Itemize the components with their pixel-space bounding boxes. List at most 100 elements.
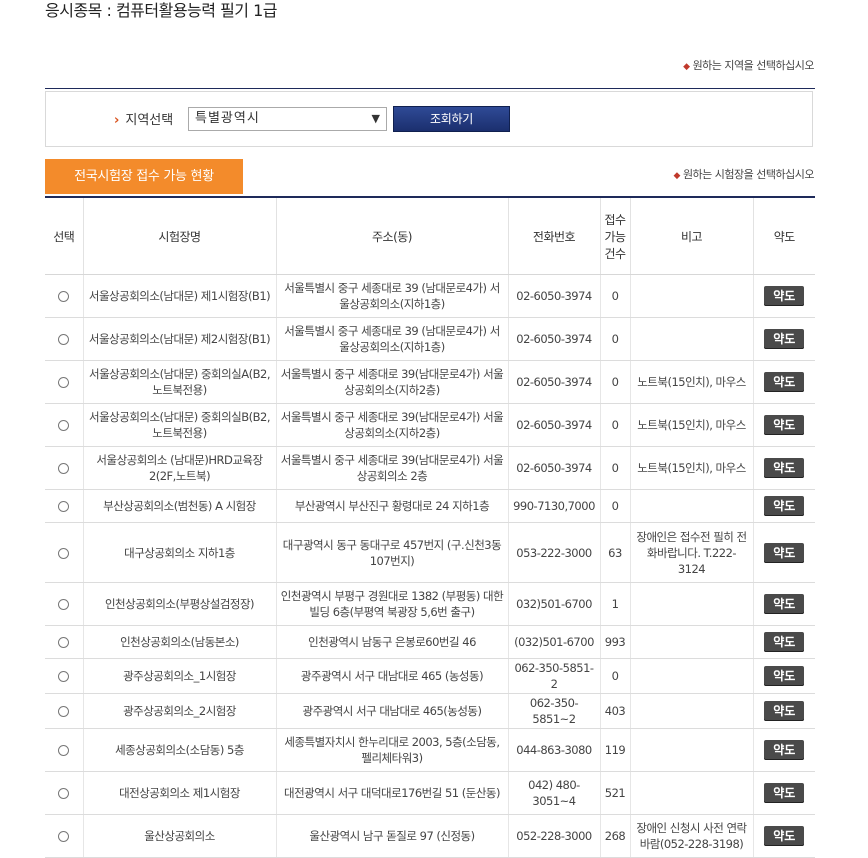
map-button[interactable]: 약도 — [764, 496, 805, 516]
site-radio[interactable] — [58, 706, 70, 717]
site-name: 대전상공회의소 제1시험장 — [82, 771, 276, 815]
map-button[interactable]: 약도 — [764, 415, 805, 435]
table-row: 세종상공회의소(소담동) 5층 세종특별자치시 한누리대로 2003, 5층(소담… — [45, 728, 815, 772]
site-note — [629, 728, 753, 772]
map-button[interactable]: 약도 — [764, 632, 805, 652]
site-select-cell — [45, 814, 83, 858]
map-cell: 약도 — [752, 582, 815, 626]
map-button[interactable]: 약도 — [764, 826, 805, 846]
site-radio[interactable] — [58, 831, 70, 842]
table-row: 광주상공회의소_2시험장 광주광역시 서구 대남대로 465(농성동) 062-35… — [45, 693, 815, 729]
site-name: 서울상공회의소(남대문) 중회의실A(B2,노트북전용) — [82, 360, 276, 404]
status-tab[interactable]: 전국시험장 접수 가능 현황 — [45, 159, 243, 194]
site-address: 서울특별시 중구 세종대로 39(남대문로4가) 서울상공회의소 2층 — [275, 446, 508, 490]
map-button[interactable]: 약도 — [764, 458, 805, 478]
site-note — [629, 658, 753, 694]
site-note — [629, 489, 753, 523]
site-address: 세종특별자치시 한누리대로 2003, 5층(소담동, 펠리체타워3) — [275, 728, 508, 772]
map-button[interactable]: 약도 — [764, 594, 805, 614]
table-row: 서울상공회의소(남대문) 제2시험장(B1) 서울특별시 중구 세종대로 39 (… — [45, 317, 815, 361]
table-row: 광주상공회의소_1시험장 광주광역시 서구 대남대로 465 (농성동) 062-3… — [45, 658, 815, 694]
site-radio[interactable] — [58, 788, 70, 799]
site-name: 서울상공회의소 (남대문)HRD교육장2(2F,노트북) — [82, 446, 276, 490]
map-button[interactable]: 약도 — [764, 783, 805, 803]
header-count: 접수가능건수 — [599, 198, 630, 275]
table-row: 서울상공회의소(남대문) 중회의실A(B2,노트북전용) 서울특별시 중구 세종대… — [45, 360, 815, 404]
site-select-cell — [45, 728, 83, 772]
site-phone: 042) 480-3051~4 — [507, 771, 600, 815]
site-radio[interactable] — [58, 334, 70, 345]
site-phone: 02-6050-3974 — [507, 274, 600, 318]
site-address: 광주광역시 서구 대남대로 465(농성동) — [275, 693, 508, 729]
site-radio[interactable] — [58, 501, 70, 512]
map-cell: 약도 — [752, 625, 815, 659]
query-button[interactable]: 조회하기 — [393, 106, 510, 132]
site-radio[interactable] — [58, 671, 70, 682]
map-cell: 약도 — [752, 317, 815, 361]
map-button[interactable]: 약도 — [764, 666, 805, 686]
region-select[interactable]: 특별광역시 ▼ — [188, 107, 387, 131]
site-count: 0 — [599, 446, 630, 490]
site-radio[interactable] — [58, 637, 70, 648]
map-cell: 약도 — [752, 658, 815, 694]
region-label-text: 지역선택 — [125, 113, 174, 128]
map-button[interactable]: 약도 — [764, 286, 805, 306]
site-radio[interactable] — [58, 745, 70, 756]
site-address: 대전광역시 서구 대덕대로176번길 51 (둔산동) — [275, 771, 508, 815]
table-row: 대전상공회의소 제1시험장 대전광역시 서구 대덕대로176번길 51 (둔산동)… — [45, 771, 815, 815]
map-button[interactable]: 약도 — [764, 740, 805, 760]
site-address: 인천광역시 부평구 경원대로 1382 (부평동) 대한빌딩 6층(부평역 북광… — [275, 582, 508, 626]
site-note: 장애인은 접수전 필히 전화바랍니다. T.222-3124 — [629, 522, 753, 583]
header-select: 선택 — [45, 198, 83, 275]
site-note — [629, 274, 753, 318]
table-row: 인천상공회의소(부평상설검정장) 인천광역시 부평구 경원대로 1382 (부평동… — [45, 582, 815, 626]
site-radio[interactable] — [58, 599, 70, 610]
map-button[interactable]: 약도 — [764, 542, 805, 563]
chevron-right-icon: › — [114, 113, 120, 128]
site-count: 0 — [599, 274, 630, 318]
site-phone: 052-228-3000 — [507, 814, 600, 858]
map-cell: 약도 — [752, 728, 815, 772]
site-count: 0 — [599, 317, 630, 361]
map-cell: 약도 — [752, 403, 815, 447]
site-count: 0 — [599, 403, 630, 447]
region-select-value: 특별광역시 — [195, 111, 260, 126]
header-address: 주소(동) — [275, 198, 508, 275]
map-button[interactable]: 약도 — [764, 372, 805, 392]
header-map: 약도 — [752, 198, 815, 275]
map-button[interactable]: 약도 — [764, 329, 805, 349]
map-cell: 약도 — [752, 693, 815, 729]
site-select-cell — [45, 274, 83, 318]
site-radio[interactable] — [58, 291, 70, 302]
site-address: 서울특별시 중구 세종대로 39(남대문로4가) 서울상공회의소(지하2층) — [275, 360, 508, 404]
site-note: 노트북(15인치), 마우스 — [629, 446, 753, 490]
site-phone: 02-6050-3974 — [507, 317, 600, 361]
site-radio[interactable] — [58, 377, 70, 388]
table-row: 울산상공회의소 울산광역시 남구 돋질로 97 (신정동) 052-228-3000… — [45, 814, 815, 858]
map-button[interactable]: 약도 — [764, 701, 805, 721]
site-phone: 053-222-3000 — [507, 522, 600, 583]
site-note — [629, 582, 753, 626]
site-address: 광주광역시 서구 대남대로 465 (농성동) — [275, 658, 508, 694]
site-name: 인천상공회의소(부평상설검정장) — [82, 582, 276, 626]
map-cell: 약도 — [752, 274, 815, 318]
table-row: 대구상공회의소 지하1층 대구광역시 동구 동대구로 457번지 (구.신천3동 … — [45, 522, 815, 583]
site-address: 대구광역시 동구 동대구로 457번지 (구.신천3동 107번지) — [275, 522, 508, 583]
site-phone: 990-7130,7000 — [507, 489, 600, 523]
site-name: 광주상공회의소_2시험장 — [82, 693, 276, 729]
site-phone: 062-350-5851~2 — [507, 693, 600, 729]
site-count: 0 — [599, 489, 630, 523]
header-phone: 전화번호 — [507, 198, 600, 275]
site-phone: 02-6050-3974 — [507, 403, 600, 447]
site-name: 세종상공회의소(소담동) 5층 — [82, 728, 276, 772]
table-row: 서울상공회의소 (남대문)HRD교육장2(2F,노트북) 서울특별시 중구 세종대… — [45, 446, 815, 490]
site-phone: 044-863-3080 — [507, 728, 600, 772]
site-phone: 02-6050-3974 — [507, 446, 600, 490]
site-count: 993 — [599, 625, 630, 659]
site-radio[interactable] — [58, 547, 70, 559]
map-cell: 약도 — [752, 360, 815, 404]
site-radio[interactable] — [58, 420, 70, 431]
site-count: 0 — [599, 658, 630, 694]
site-radio[interactable] — [58, 463, 70, 474]
map-cell: 약도 — [752, 446, 815, 490]
